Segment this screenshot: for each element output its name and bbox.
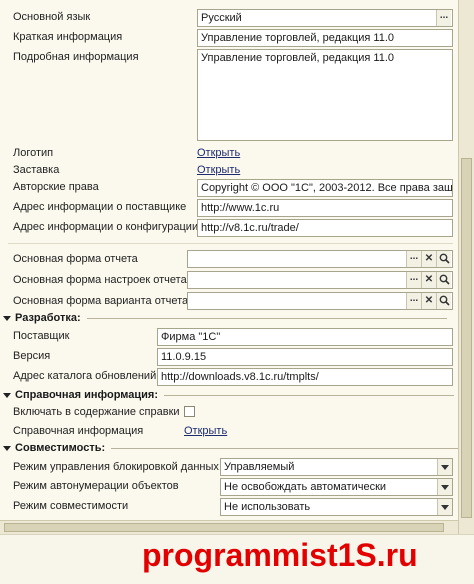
section-rule xyxy=(164,394,455,396)
compat-mode-label: Режим совместимости xyxy=(13,500,129,512)
lock-mode-select[interactable]: Управляемый xyxy=(220,458,453,476)
section-development[interactable]: Разработка: xyxy=(3,312,447,324)
ellipsis-icon[interactable]: ... xyxy=(406,293,421,309)
include-help-checkbox[interactable] xyxy=(184,406,195,417)
clear-x-icon[interactable]: ✕ xyxy=(421,272,436,288)
config-info-address-label: Адрес информации о конфигурации xyxy=(13,221,199,233)
section-compat-title: Совместимость: xyxy=(15,442,106,454)
chevron-down-icon xyxy=(3,392,11,398)
vertical-scrollbar-thumb[interactable] xyxy=(461,158,472,518)
vendor-field[interactable]: Фирма "1С" xyxy=(157,328,453,346)
splash-open-link[interactable]: Открыть xyxy=(197,164,240,176)
copyright-value: Copyright © ООО "1С", 2003-2012. Все пра… xyxy=(201,182,453,194)
section-development-title: Разработка: xyxy=(15,312,81,324)
section-compat[interactable]: Совместимость: xyxy=(3,442,462,454)
horizontal-scrollbar[interactable] xyxy=(0,520,458,534)
config-info-address-field[interactable]: http://v8.1c.ru/trade/ xyxy=(197,219,453,237)
vendor-info-address-label: Адрес информации о поставщике xyxy=(13,201,187,213)
properties-panel: Основной язык Русский ... Краткая информ… xyxy=(0,0,462,584)
ellipsis-icon[interactable]: ... xyxy=(406,251,421,267)
lock-mode-label: Режим управления блокировкой данных xyxy=(13,461,219,473)
clear-x-icon[interactable]: ✕ xyxy=(421,293,436,309)
main-language-label: Основной язык xyxy=(13,11,91,23)
chevron-down-icon[interactable] xyxy=(437,479,452,495)
main-language-value: Русский xyxy=(201,12,242,24)
horizontal-scrollbar-thumb[interactable] xyxy=(4,523,444,532)
update-catalog-value: http://downloads.v8.1c.ru/tmplts/ xyxy=(161,371,319,383)
section-help-title: Справочная информация: xyxy=(15,389,159,401)
search-icon[interactable] xyxy=(436,293,451,309)
short-info-value: Управление торговлей, редакция 11.0 xyxy=(201,32,395,44)
lock-mode-value: Управляемый xyxy=(224,461,295,473)
chevron-down-icon xyxy=(3,315,11,321)
clear-x-icon[interactable]: ✕ xyxy=(421,251,436,267)
chevron-down-icon xyxy=(3,445,11,451)
config-info-address-value: http://v8.1c.ru/trade/ xyxy=(201,222,299,234)
version-label: Версия xyxy=(13,350,51,362)
logo-label: Логотип xyxy=(13,147,54,159)
report-settings-form-label: Основная форма настроек отчета xyxy=(13,274,187,286)
vendor-value: Фирма "1С" xyxy=(161,331,221,343)
include-help-label: Включать в содержание справки xyxy=(13,406,180,418)
vertical-scrollbar[interactable] xyxy=(458,0,474,584)
vendor-info-address-value: http://www.1c.ru xyxy=(201,202,280,214)
logo-open-link[interactable]: Открыть xyxy=(197,147,240,159)
ellipsis-icon[interactable]: ... xyxy=(436,10,451,26)
autonumber-mode-select[interactable]: Не освобождать автоматически xyxy=(220,478,453,496)
splash-label: Заставка xyxy=(13,164,60,176)
autonumber-mode-value: Не освобождать автоматически xyxy=(224,481,387,493)
autonumber-mode-label: Режим автонумерации объектов xyxy=(13,480,179,492)
vendor-label: Поставщик xyxy=(13,330,70,342)
ellipsis-icon[interactable]: ... xyxy=(406,272,421,288)
vendor-info-address-field[interactable]: http://www.1c.ru xyxy=(197,199,453,217)
main-language-field[interactable]: Русский xyxy=(197,9,453,27)
copyright-field[interactable]: Copyright © ООО "1С", 2003-2012. Все пра… xyxy=(197,179,453,197)
update-catalog-label: Адрес каталога обновлений xyxy=(13,370,157,382)
copyright-label: Авторские права xyxy=(13,181,99,193)
help-info-open-link[interactable]: Открыть xyxy=(184,425,227,437)
section-help[interactable]: Справочная информация: xyxy=(3,389,455,401)
chevron-down-icon[interactable] xyxy=(437,499,452,515)
section-rule xyxy=(86,317,447,319)
divider xyxy=(8,243,453,244)
compat-mode-select[interactable]: Не использовать xyxy=(220,498,453,516)
compat-mode-value: Не использовать xyxy=(224,501,311,513)
help-info-label: Справочная информация xyxy=(13,425,144,437)
watermark-text: programmist1S.ru xyxy=(142,537,418,573)
report-variant-form-label: Основная форма варианта отчета xyxy=(13,295,189,307)
search-icon[interactable] xyxy=(436,272,451,288)
chevron-down-icon[interactable] xyxy=(437,459,452,475)
search-icon[interactable] xyxy=(436,251,451,267)
short-info-field[interactable]: Управление торговлей, редакция 11.0 xyxy=(197,29,453,47)
short-info-label: Краткая информация xyxy=(13,31,123,43)
report-form-label: Основная форма отчета xyxy=(13,253,138,265)
section-rule xyxy=(111,447,462,449)
version-field[interactable]: 11.0.9.15 xyxy=(157,348,453,366)
detailed-info-label: Подробная информация xyxy=(13,51,139,63)
version-value: 11.0.9.15 xyxy=(161,351,207,363)
detailed-info-textarea[interactable]: Управление торговлей, редакция 11.0 xyxy=(197,49,453,141)
update-catalog-field[interactable]: http://downloads.v8.1c.ru/tmplts/ xyxy=(157,368,453,386)
detailed-info-value: Управление торговлей, редакция 11.0 xyxy=(201,52,395,64)
